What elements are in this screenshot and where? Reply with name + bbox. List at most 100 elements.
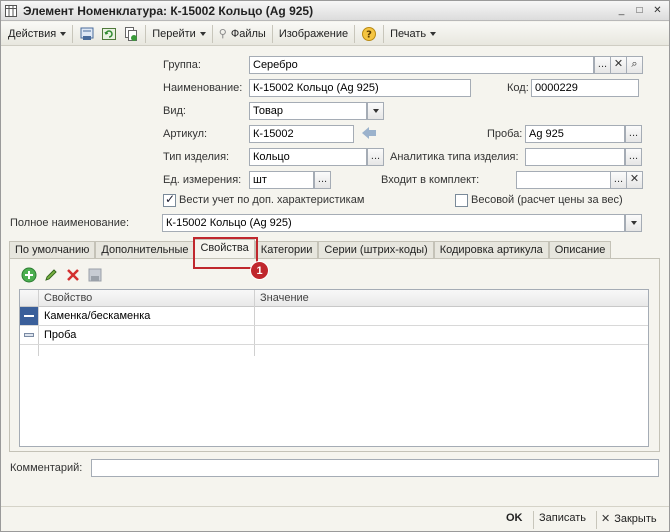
save-disabled-icon[interactable]	[87, 267, 103, 283]
close-icon[interactable]: ✕	[650, 3, 665, 18]
actions-menu[interactable]: Действия	[5, 24, 69, 44]
item-type-field[interactable]: Кольцо	[249, 148, 367, 166]
kit-select-button[interactable]: ...	[610, 171, 627, 189]
chevron-down-icon	[430, 31, 437, 36]
close-icon: ✕	[601, 513, 611, 525]
annotation-badge: 1	[250, 261, 269, 280]
search-icon: ⌕	[631, 58, 638, 70]
add-icon[interactable]	[21, 267, 37, 283]
print-label: Печать	[390, 27, 427, 40]
copy-button[interactable]	[120, 24, 142, 44]
image-button[interactable]: Изображение	[276, 24, 351, 44]
print-menu[interactable]: Печать	[387, 24, 439, 44]
tab-categories[interactable]: Категории	[254, 241, 319, 259]
row-selected-marker	[20, 307, 38, 325]
group-label: Группа:	[163, 59, 201, 71]
chevron-down-icon	[60, 31, 67, 36]
item-type-analytics-select-button[interactable]: ...	[625, 148, 642, 166]
item-type-analytics-label: Аналитика типа изделия:	[390, 151, 519, 163]
ok-button[interactable]: OK	[506, 512, 523, 524]
tab-description[interactable]: Описание	[548, 241, 612, 259]
copy-icon	[125, 26, 138, 41]
unit-label: Ед. измерения:	[163, 174, 242, 186]
probe-label: Проба:	[487, 128, 523, 140]
goto-label: Перейти	[152, 27, 196, 40]
ok-label: OK	[506, 512, 523, 524]
property-row-icon	[24, 333, 34, 337]
tab-default[interactable]: По умолчанию	[9, 241, 96, 259]
close-label: Закрыть	[614, 512, 657, 525]
article-field[interactable]: К-15002	[249, 125, 354, 143]
group-select-button[interactable]: ...	[594, 56, 611, 74]
goto-menu[interactable]: Перейти	[149, 24, 209, 44]
header-value[interactable]: Значение	[260, 292, 309, 304]
extra-chars-checkbox[interactable]	[163, 192, 176, 207]
window-title: Элемент Номенклатура: К-15002 Кольцо (Ag…	[23, 4, 314, 18]
files-label: Файлы	[230, 27, 266, 40]
properties-panel: Свойство Значение Каменка/бескаменка Про…	[9, 258, 660, 452]
name-label: Наименование:	[163, 82, 243, 94]
tab-additional[interactable]: Дополнительные	[95, 241, 195, 259]
annotation-highlight	[193, 237, 258, 269]
close-button[interactable]: ✕ Закрыть	[601, 512, 657, 526]
table-row[interactable]: Каменка/бескаменка	[20, 307, 648, 326]
group-field[interactable]: Серебро	[249, 56, 594, 74]
type-field[interactable]: Товар	[249, 102, 367, 120]
article-label: Артикул:	[163, 128, 208, 140]
code-field[interactable]: 0000229	[531, 79, 639, 97]
item-type-label: Тип изделия:	[163, 151, 230, 163]
help-button[interactable]: ?	[358, 24, 380, 44]
weight-checkbox[interactable]	[455, 194, 468, 207]
kit-field[interactable]	[516, 171, 611, 189]
row-property[interactable]: Проба	[44, 329, 76, 341]
group-open-button[interactable]: ⌕	[626, 56, 643, 74]
save-button[interactable]: Записать	[539, 512, 586, 524]
header-property[interactable]: Свойство	[44, 292, 92, 304]
tab-series[interactable]: Серии (штрих-коды)	[318, 241, 434, 259]
actions-label: Действия	[8, 27, 57, 40]
svg-text:?: ?	[366, 29, 372, 40]
title-bar: Элемент Номенклатура: К-15002 Кольцо (Ag…	[1, 1, 669, 21]
files-button[interactable]: ⚲ Файлы	[216, 24, 269, 44]
grid-toolbar	[21, 267, 103, 283]
chevron-down-icon	[630, 221, 637, 225]
type-dropdown-button[interactable]	[367, 102, 384, 120]
arrow-left-icon[interactable]	[361, 126, 377, 140]
grid-header: Свойство Значение	[20, 290, 648, 307]
tab-article-coding[interactable]: Кодировка артикула	[433, 241, 549, 259]
unit-select-button[interactable]: ...	[314, 171, 331, 189]
refresh-icon	[102, 27, 117, 40]
item-type-analytics-field[interactable]	[525, 148, 625, 166]
full-name-label: Полное наименование:	[10, 217, 130, 229]
delete-icon[interactable]	[65, 267, 81, 283]
type-label: Вид:	[163, 105, 186, 117]
table-row[interactable]: Проба	[20, 326, 648, 345]
item-type-select-button[interactable]: ...	[367, 148, 384, 166]
full-name-dropdown-button[interactable]	[625, 214, 642, 232]
comment-field[interactable]	[91, 459, 659, 477]
clear-icon: ✕	[629, 173, 640, 185]
group-clear-button[interactable]: ✕	[610, 56, 627, 74]
chevron-down-icon	[372, 109, 379, 113]
unit-field[interactable]: шт	[249, 171, 314, 189]
save-record-button[interactable]	[76, 24, 98, 44]
refresh-button[interactable]	[98, 24, 120, 44]
kit-clear-button[interactable]: ✕	[626, 171, 643, 189]
tab-strip: По умолчанию Дополнительные Свойства Кат…	[9, 239, 612, 259]
help-icon: ?	[362, 26, 377, 41]
minimize-icon[interactable]: _	[614, 3, 629, 18]
properties-grid[interactable]: Свойство Значение Каменка/бескаменка Про…	[19, 289, 649, 447]
full-name-field[interactable]: К-15002 Кольцо (Ag 925)	[162, 214, 625, 232]
maximize-icon[interactable]: □	[632, 3, 647, 18]
probe-select-button[interactable]: ...	[625, 125, 642, 143]
item-window: Элемент Номенклатура: К-15002 Кольцо (Ag…	[0, 0, 670, 532]
save-label: Записать	[539, 512, 587, 524]
extra-chars-label: Вести учет по доп. характеристикам	[179, 194, 365, 206]
clear-icon: ✕	[613, 58, 624, 70]
probe-field[interactable]: Ag 925	[525, 125, 625, 143]
edit-icon[interactable]	[43, 267, 59, 283]
row-property[interactable]: Каменка/бескаменка	[44, 310, 150, 322]
name-field[interactable]: К-15002 Кольцо (Ag 925)	[249, 79, 471, 97]
footer-bar: OK Записать ✕ Закрыть	[1, 506, 669, 531]
kit-label: Входит в комплект:	[381, 174, 480, 186]
